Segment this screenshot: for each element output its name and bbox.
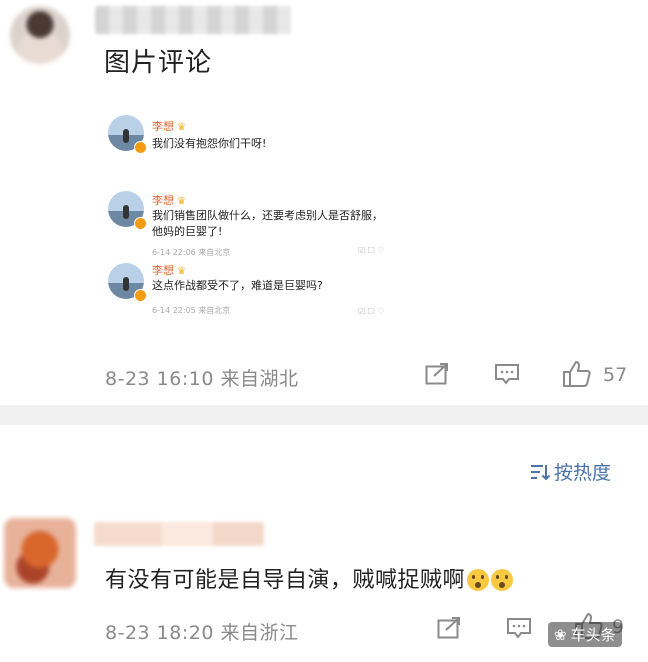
sort-by-hot-button[interactable]: 按热度	[530, 458, 611, 485]
inner-meta: 6-14 22:05 来自北京	[152, 306, 231, 315]
reply-location: 来自浙江	[220, 622, 299, 644]
inner-username: 李想	[152, 264, 174, 277]
inner-meta: 6-14 22:06 来自北京	[152, 248, 231, 257]
watermark: ❀ 车头条	[548, 622, 622, 647]
reply-meta: 8-23 18:20 来自浙江	[105, 618, 298, 645]
commenter-name-blurred[interactable]	[95, 6, 291, 34]
reply-username-blurred[interactable]	[94, 522, 264, 546]
share-icon[interactable]	[424, 363, 450, 385]
reply-text: 有没有可能是自导自演，贼喊捉贼啊	[105, 562, 514, 594]
inner-username: 李想	[152, 120, 174, 133]
like-icon[interactable]	[562, 360, 592, 388]
inner-comment-text-line2: 他妈的巨婴了!	[152, 225, 223, 238]
inner-comment-text: 这点作战都受不了，难道是巨婴吗?	[152, 279, 323, 292]
verified-badge-icon	[134, 289, 147, 302]
section-divider	[0, 405, 648, 425]
flushed-emoji-icon	[467, 569, 490, 591]
like-count: 57	[603, 364, 628, 386]
inner-action-icons: ☑ ☐ ♡	[358, 246, 385, 255]
comment-icon[interactable]	[506, 617, 532, 639]
comment-image[interactable]: 李想 ♛ 我们没有抱怨你们干呀! 李想 ♛ 我们销售团队做什么，还要考虑别人是否舒服…	[100, 105, 410, 330]
inner-comment-text: 我们销售团队做什么，还要考虑别人是否舒服，	[152, 209, 383, 222]
comment-time: 8-23 16:10	[105, 368, 214, 390]
sort-icon	[530, 464, 550, 480]
watermark-logo-icon: ❀	[554, 625, 567, 644]
crown-icon: ♛	[177, 196, 186, 207]
comment-type-label: 图片评论	[104, 48, 213, 78]
inner-username: 李想	[152, 194, 174, 207]
reply-time: 8-23 18:20	[105, 622, 214, 644]
crown-icon: ♛	[177, 266, 186, 277]
comment-meta: 8-23 16:10 来自湖北	[105, 364, 298, 391]
inner-action-icons: ☑ ☐ ♡	[358, 307, 385, 316]
comment-icon[interactable]	[494, 363, 520, 385]
share-icon[interactable]	[436, 617, 462, 639]
inner-comment-text: 我们没有抱怨你们干呀!	[152, 137, 267, 150]
watermark-text: 车头条	[570, 626, 616, 644]
crown-icon: ♛	[177, 122, 186, 133]
reply-text-content: 有没有可能是自导自演，贼喊捉贼啊	[105, 568, 466, 593]
reply-avatar[interactable]	[4, 518, 76, 588]
sort-label: 按热度	[554, 462, 612, 484]
verified-badge-icon	[134, 141, 147, 154]
commenter-avatar[interactable]	[10, 6, 70, 64]
verified-badge-icon	[134, 217, 147, 230]
flushed-emoji-icon	[491, 569, 514, 591]
comment-location: 来自湖北	[220, 368, 299, 390]
